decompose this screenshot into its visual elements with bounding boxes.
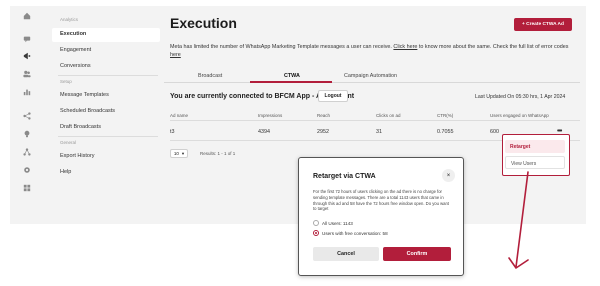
- table-header-divider: [170, 120, 580, 121]
- notice-text: Meta has limited the number of WhatsApp …: [170, 44, 392, 50]
- radio-button[interactable]: [313, 220, 319, 226]
- sidebar-item-execution[interactable]: Execution: [52, 28, 160, 42]
- share-icon[interactable]: [23, 112, 31, 120]
- modal-description: For the first 72 hours of users clicking…: [313, 189, 449, 212]
- column-header-users-engaged: Users engaged on WhatsApp: [490, 113, 549, 118]
- column-header-reach: Reach: [317, 113, 331, 118]
- sidebar-item-export-history[interactable]: Export History: [60, 153, 95, 159]
- sidebar-item-help[interactable]: Help: [60, 169, 71, 175]
- close-icon[interactable]: ×: [442, 169, 455, 182]
- cell-ctr: 0.7055: [437, 129, 454, 135]
- cell-clicks: 31: [376, 129, 382, 135]
- tab-ctwa[interactable]: CTWA: [284, 73, 300, 79]
- megaphone-icon[interactable]: [23, 52, 31, 60]
- sidebar-divider: [58, 136, 158, 137]
- option-label: Users with free conversation: 58: [322, 230, 388, 236]
- menu-item-retarget[interactable]: Retarget: [505, 140, 565, 153]
- flow-icon[interactable]: [23, 148, 31, 156]
- retarget-modal: Retarget via CTWA × For the first 72 hou…: [298, 157, 464, 276]
- option-label: All Users: 1143: [322, 220, 353, 226]
- column-header-ctr: CTR(%): [437, 113, 454, 118]
- cell-impressions: 4394: [258, 129, 270, 135]
- sidebar-group-general: General: [60, 140, 77, 145]
- modal-title: Retarget via CTWA: [313, 173, 376, 180]
- icon-rail: [10, 6, 44, 224]
- tab-campaign-automation[interactable]: Campaign Automation: [344, 73, 397, 79]
- notice-text-2: to know more about the same. Check the f…: [418, 44, 569, 50]
- chat-icon[interactable]: [23, 35, 31, 43]
- cell-users-engaged: 600: [490, 129, 499, 135]
- radio-button-selected[interactable]: [313, 230, 319, 236]
- sidebar-item-message-templates[interactable]: Message Templates: [60, 92, 109, 98]
- last-updated-text: Last Updated On 05:30 hrs, 1 Apr 2024: [475, 94, 566, 100]
- sidebar-item-conversions[interactable]: Conversions: [60, 63, 91, 69]
- tab-bar: Broadcast CTWA Campaign Automation: [164, 69, 580, 83]
- option-free-conversation-users[interactable]: Users with free conversation: 58: [313, 230, 388, 236]
- sidebar-group-analytics: Analytics: [60, 17, 79, 22]
- confirm-button[interactable]: Confirm: [383, 247, 451, 261]
- tab-broadcast[interactable]: Broadcast: [198, 73, 222, 79]
- sidebar-item-engagement[interactable]: Engagement: [60, 47, 91, 53]
- cell-ad-name: t3: [170, 129, 175, 135]
- page-title: Execution: [170, 15, 237, 31]
- sidebar-item-scheduled-broadcasts[interactable]: Scheduled Broadcasts: [60, 108, 115, 114]
- cancel-button[interactable]: Cancel: [313, 247, 379, 261]
- chevron-down-icon: ▾: [181, 150, 185, 156]
- option-all-users[interactable]: All Users: 1143: [313, 220, 353, 226]
- active-tab-indicator: [250, 81, 332, 83]
- cell-reach: 2952: [317, 129, 329, 135]
- chart-icon[interactable]: [23, 88, 31, 96]
- users-icon[interactable]: [23, 70, 31, 78]
- menu-item-view-users[interactable]: View Users: [505, 156, 565, 169]
- sidebar-group-setup: Setup: [60, 79, 72, 84]
- sidebar-divider: [58, 75, 158, 76]
- grid-icon[interactable]: [23, 184, 31, 192]
- sidebar: Analytics Execution Engagement Conversio…: [44, 6, 162, 224]
- bulb-icon[interactable]: [23, 130, 31, 138]
- column-header-clicks: Clicks on ad: [376, 113, 401, 118]
- annotation-arrow: [508, 171, 529, 269]
- page-size-select[interactable]: 10 ▾: [170, 149, 188, 158]
- results-count: Results: 1 - 1 of 1: [200, 151, 236, 156]
- meta-limit-notice: Meta has limited the number of WhatsApp …: [170, 44, 570, 59]
- sidebar-item-draft-broadcasts[interactable]: Draft Broadcasts: [60, 124, 101, 130]
- notice-click-here-link[interactable]: Click here: [393, 44, 417, 50]
- page-size-value: 10: [173, 151, 179, 156]
- notice-here-link[interactable]: here: [170, 52, 181, 58]
- create-ctwa-ad-button[interactable]: + Create CTWA Ad: [514, 18, 572, 31]
- column-header-ad-name: Ad name: [170, 113, 189, 118]
- column-header-impressions: Impressions: [258, 113, 283, 118]
- settings-icon[interactable]: [23, 166, 31, 174]
- home-icon[interactable]: [23, 12, 31, 20]
- logout-button[interactable]: Logout: [318, 90, 348, 102]
